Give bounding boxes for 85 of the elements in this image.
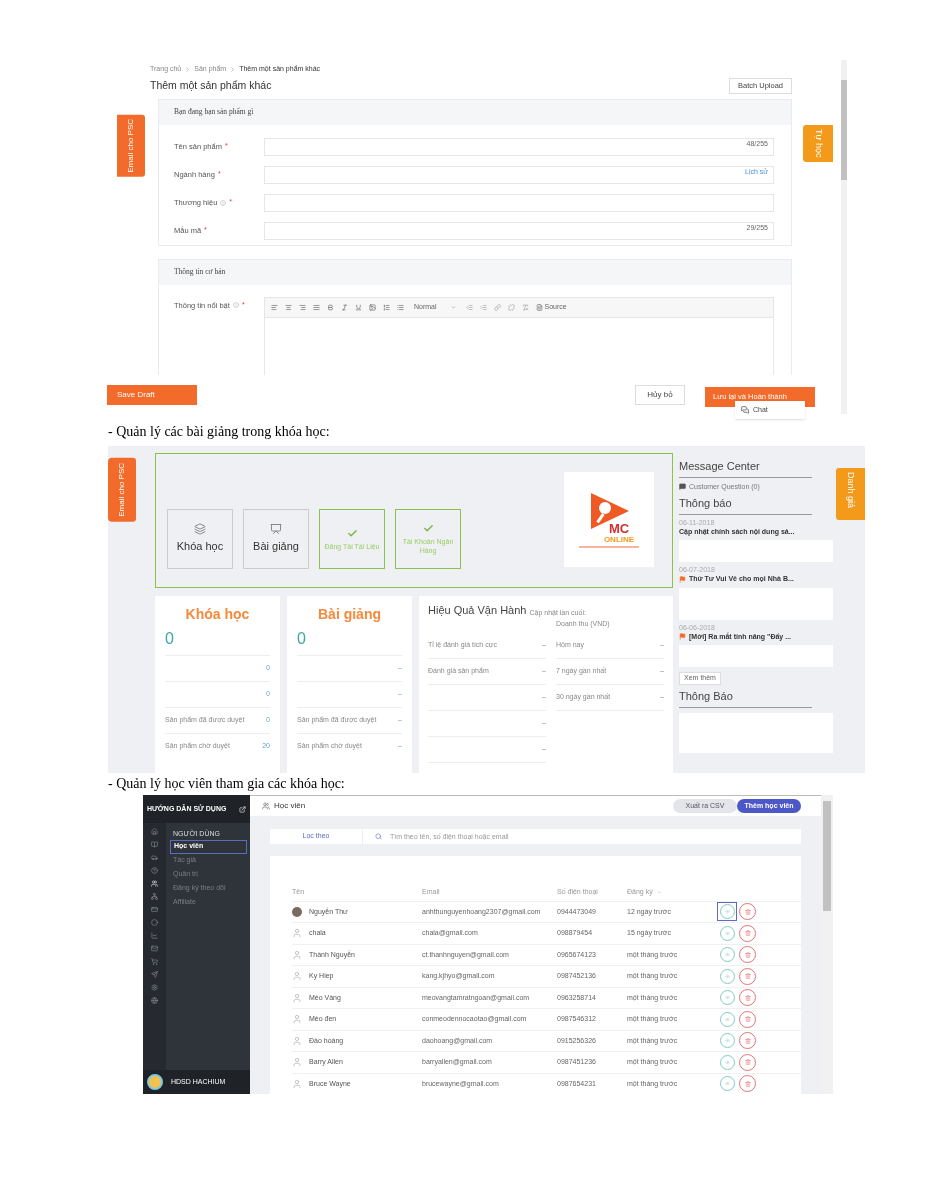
document-icon: [535, 303, 543, 311]
caption: - Quản lý các bài giảng trong khóa học:: [108, 424, 331, 440]
settings-icon[interactable]: [151, 984, 158, 991]
view-button[interactable]: [717, 902, 737, 922]
panel-title: Message Center: [679, 458, 812, 478]
home-icon[interactable]: [151, 828, 158, 835]
chevron-right-icon: [184, 65, 192, 73]
globe-icon[interactable]: [151, 997, 158, 1004]
cart-icon[interactable]: [151, 958, 158, 965]
hierarchy-icon[interactable]: [151, 893, 158, 900]
flag-icon: [679, 575, 686, 583]
clear-format-icon[interactable]: [521, 303, 529, 311]
align-left-icon[interactable]: [271, 303, 278, 311]
nav-tile[interactable]: Khóa học: [167, 509, 233, 569]
link-icon[interactable]: [493, 303, 501, 311]
align-right-icon[interactable]: [299, 303, 306, 311]
users-icon[interactable]: [151, 880, 158, 887]
card-title: Hiệu Quả Vận Hành: [428, 603, 527, 618]
panel-title: Thông báo: [679, 495, 812, 515]
trash-icon: [744, 1059, 751, 1066]
text-field[interactable]: [264, 165, 774, 184]
side-tab[interactable]: Email cho PSC: [117, 115, 145, 177]
card-title: Bài giảng: [317, 605, 382, 624]
message-icon: [679, 483, 686, 491]
align-center-icon[interactable]: [285, 303, 292, 311]
trash-icon: [744, 951, 751, 958]
page-title: Học viên: [274, 800, 306, 812]
info-icon: [232, 302, 239, 309]
chat-icon: [741, 406, 749, 415]
layers-icon: [194, 523, 206, 536]
card-title: Khóa học: [184, 605, 251, 624]
nav-tile[interactable]: Bài giảng: [243, 509, 309, 569]
text-field[interactable]: [264, 193, 774, 212]
side-tab[interactable]: Email cho PSC: [108, 458, 136, 522]
tile-label: Bài giảng: [253, 539, 299, 555]
indent-icon[interactable]: [479, 303, 487, 311]
page-title: Thêm một sản phẩm khác: [150, 77, 272, 93]
help-icon[interactable]: [151, 867, 158, 874]
align-justify-icon[interactable]: [313, 303, 320, 311]
panel-title: Thông Báo: [679, 688, 812, 708]
count-value: 0: [165, 629, 175, 649]
save-draft-button[interactable]: Save Draft: [107, 384, 197, 405]
trash-icon: [744, 930, 751, 937]
info-icon: [220, 199, 227, 206]
chart-icon[interactable]: [151, 932, 158, 939]
text-field[interactable]: [264, 221, 774, 240]
count-value: 0: [297, 629, 307, 649]
external-link-icon[interactable]: [239, 805, 246, 813]
search-icon: [375, 832, 382, 840]
underline-icon[interactable]: [355, 303, 362, 311]
logo-text: ONLINE: [603, 535, 635, 544]
users-icon: [262, 802, 270, 810]
send-icon[interactable]: [151, 971, 158, 978]
book-icon[interactable]: [151, 841, 158, 848]
flag-icon: [679, 633, 686, 641]
car-icon[interactable]: [151, 854, 158, 861]
presentation-icon: [270, 523, 282, 536]
trash-icon: [744, 1016, 751, 1023]
outdent-icon[interactable]: [465, 303, 473, 311]
caption: - Quản lý học viên tham gia các khóa học:: [108, 776, 346, 792]
text-field[interactable]: [264, 137, 774, 156]
tile-label: Khóa học: [176, 539, 224, 555]
scrollbar[interactable]: [821, 795, 833, 1094]
check-icon: [422, 523, 434, 534]
image-icon[interactable]: [369, 303, 376, 311]
scrollbar[interactable]: [841, 60, 847, 414]
cancel-button[interactable]: Hủy bỏ: [635, 384, 685, 405]
trash-icon: [744, 908, 751, 915]
chevron-right-icon: [229, 65, 237, 73]
italic-icon[interactable]: [341, 303, 348, 311]
trash-icon: [744, 1037, 751, 1044]
numbered-list-icon[interactable]: [383, 303, 390, 311]
check-icon: [346, 527, 358, 539]
circle-icon[interactable]: [151, 919, 158, 926]
bold-icon[interactable]: [327, 303, 334, 311]
unlink-icon[interactable]: [507, 303, 515, 311]
trash-icon: [744, 973, 751, 980]
card-icon[interactable]: [151, 906, 158, 913]
caret-icon: [450, 304, 456, 310]
mail-icon[interactable]: [151, 945, 158, 952]
trash-icon: [744, 1080, 751, 1087]
bullet-list-icon[interactable]: [397, 303, 404, 311]
logo-text: MC: [608, 523, 630, 535]
trash-icon: [744, 994, 751, 1001]
avatar[interactable]: [147, 1074, 163, 1090]
